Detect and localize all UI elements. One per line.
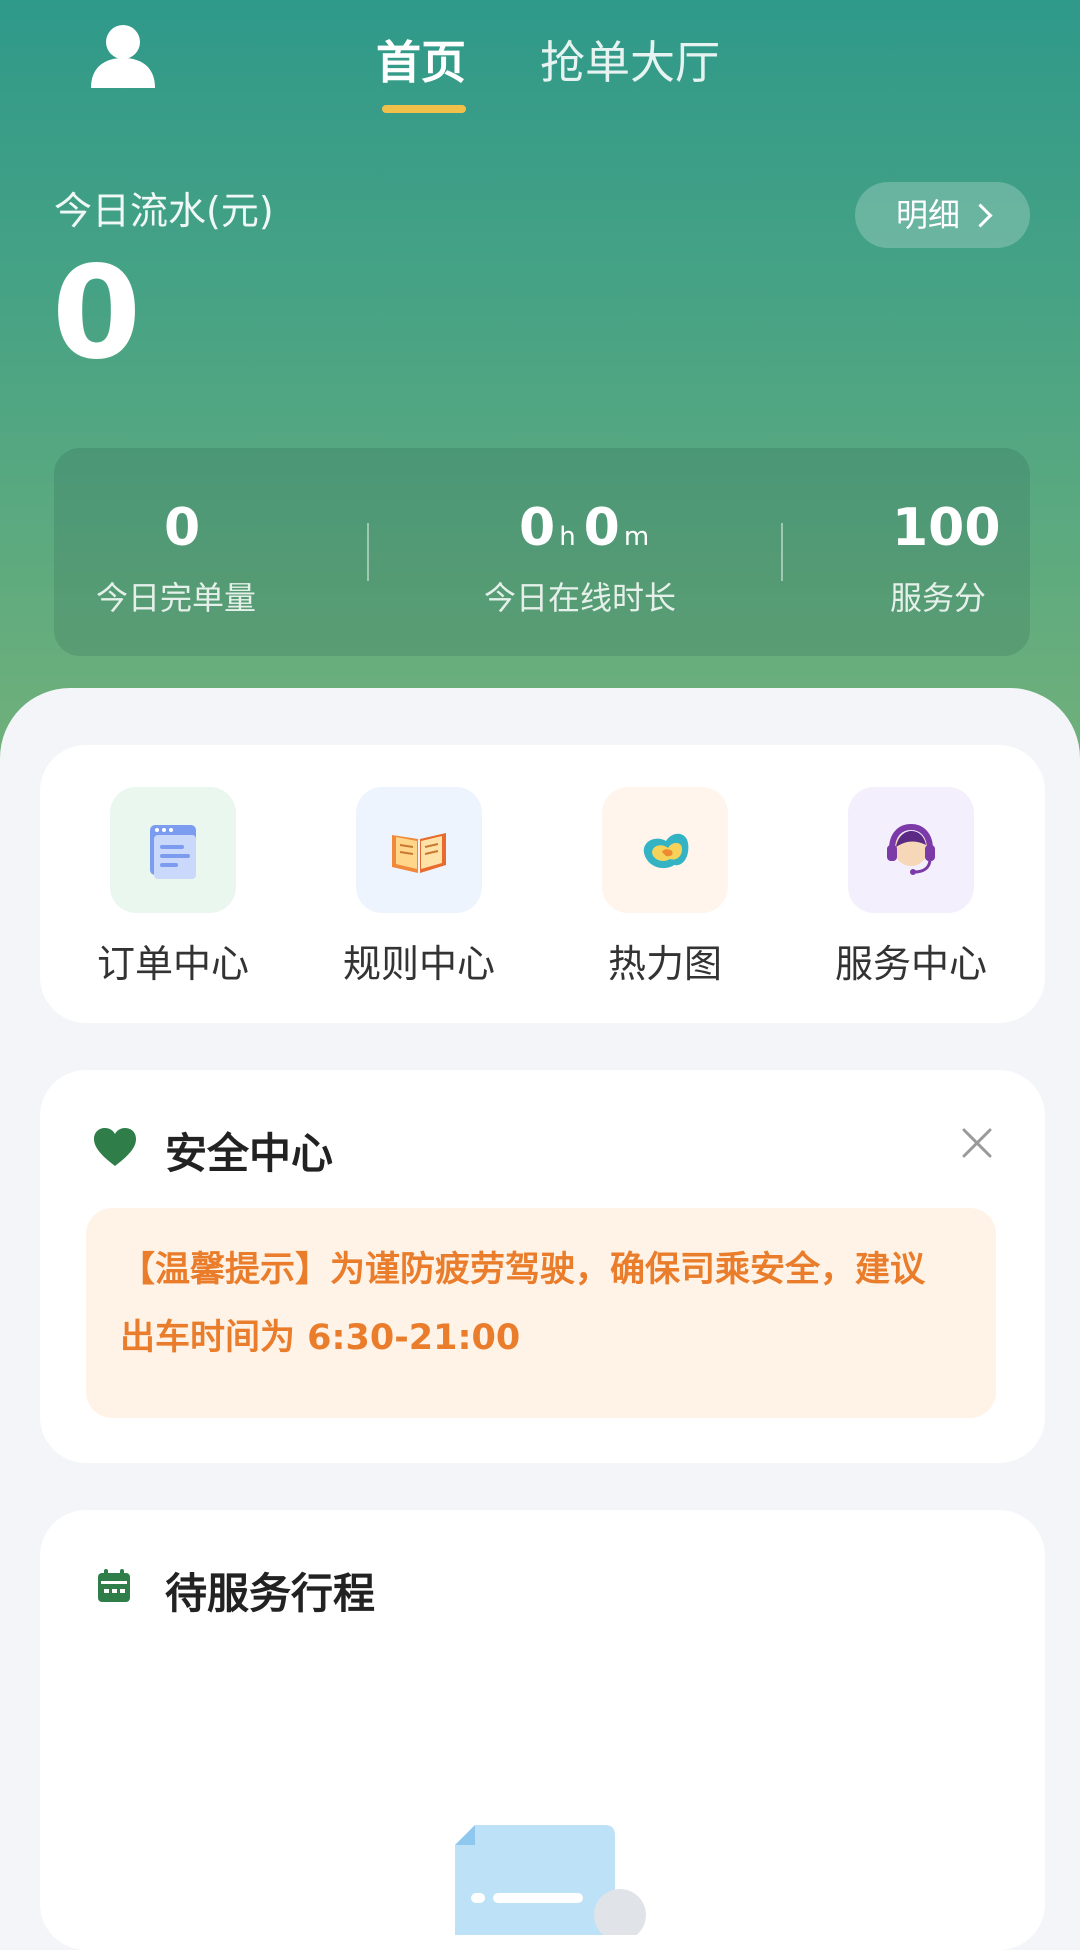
tab-order-hall[interactable]: 抢单大厅 — [540, 26, 720, 91]
today-earnings-label: 今日流水(元) — [54, 189, 274, 233]
heatmap-icon — [602, 787, 728, 913]
divider — [781, 523, 783, 581]
quick-action-label: 热力图 — [607, 942, 722, 986]
notice-line: 出车时间为 6:30-21:00 — [120, 1318, 521, 1358]
safety-notice: 【温馨提示】为谨防疲劳驾驶，确保司乘安全，建议 出车时间为 6:30-21:00 — [86, 1208, 996, 1418]
tab-home[interactable]: 首页 — [376, 26, 466, 91]
document-icon — [110, 787, 236, 913]
active-tab-indicator — [382, 105, 466, 113]
pending-trips-card: 待服务行程 — [40, 1510, 1045, 1950]
stat-label: 今日在线时长 — [484, 579, 677, 617]
quick-action-label: 订单中心 — [96, 942, 249, 986]
stats-panel: 0 今日完单量 0h0m 今日在线时长 100 服务分 — [54, 448, 1030, 656]
quick-action-order-center[interactable]: 订单中心 — [73, 787, 273, 988]
stat-service-score[interactable]: 100 服务分 — [794, 448, 1030, 656]
divider — [367, 523, 369, 581]
quick-action-heatmap[interactable]: 热力图 — [565, 787, 765, 988]
safety-center-title[interactable]: 安全中心 — [165, 1120, 333, 1181]
safety-center-card: 安全中心 【温馨提示】为谨防疲劳驾驶，确保司乘安全，建议 出车时间为 6:30-… — [40, 1070, 1045, 1463]
detail-button[interactable]: 明细 — [855, 182, 1030, 248]
calendar-icon — [98, 1569, 130, 1602]
quick-actions-card: 订单中心 规则中心 热力图 服务中心 — [40, 745, 1045, 1023]
chevron-right-icon — [968, 202, 993, 228]
stat-value: 100 — [892, 498, 1001, 558]
quick-action-label: 服务中心 — [834, 942, 987, 986]
quick-action-rules-center[interactable]: 规则中心 — [319, 787, 519, 988]
detail-button-label: 明细 — [895, 196, 960, 234]
pending-trips-title: 待服务行程 — [165, 1569, 376, 1618]
quick-action-service-center[interactable]: 服务中心 — [811, 787, 1011, 988]
headset-icon — [848, 787, 974, 913]
hours-value: 0 — [519, 498, 556, 558]
header-background — [0, 0, 1080, 780]
book-icon — [356, 787, 482, 913]
minutes-value: 0 — [583, 498, 620, 558]
today-earnings-value: 0 — [52, 239, 142, 388]
empty-state-illustration — [455, 1825, 646, 1935]
close-icon[interactable] — [960, 1126, 994, 1160]
notice-line: 【温馨提示】为谨防疲劳驾驶，确保司乘安全，建议 — [120, 1250, 926, 1290]
quick-action-label: 规则中心 — [342, 942, 495, 986]
stat-value: 0 — [164, 498, 201, 558]
heart-icon — [94, 1128, 136, 1166]
user-icon[interactable] — [88, 22, 158, 88]
hours-unit: h — [559, 522, 576, 552]
minutes-unit: m — [623, 522, 650, 552]
stat-label: 今日完单量 — [96, 579, 257, 617]
stat-value: 0h0m — [519, 498, 657, 558]
stat-label: 服务分 — [890, 579, 987, 617]
stat-completed-orders[interactable]: 0 今日完单量 — [54, 448, 304, 656]
stat-online-duration[interactable]: 0h0m 今日在线时长 — [384, 448, 684, 656]
